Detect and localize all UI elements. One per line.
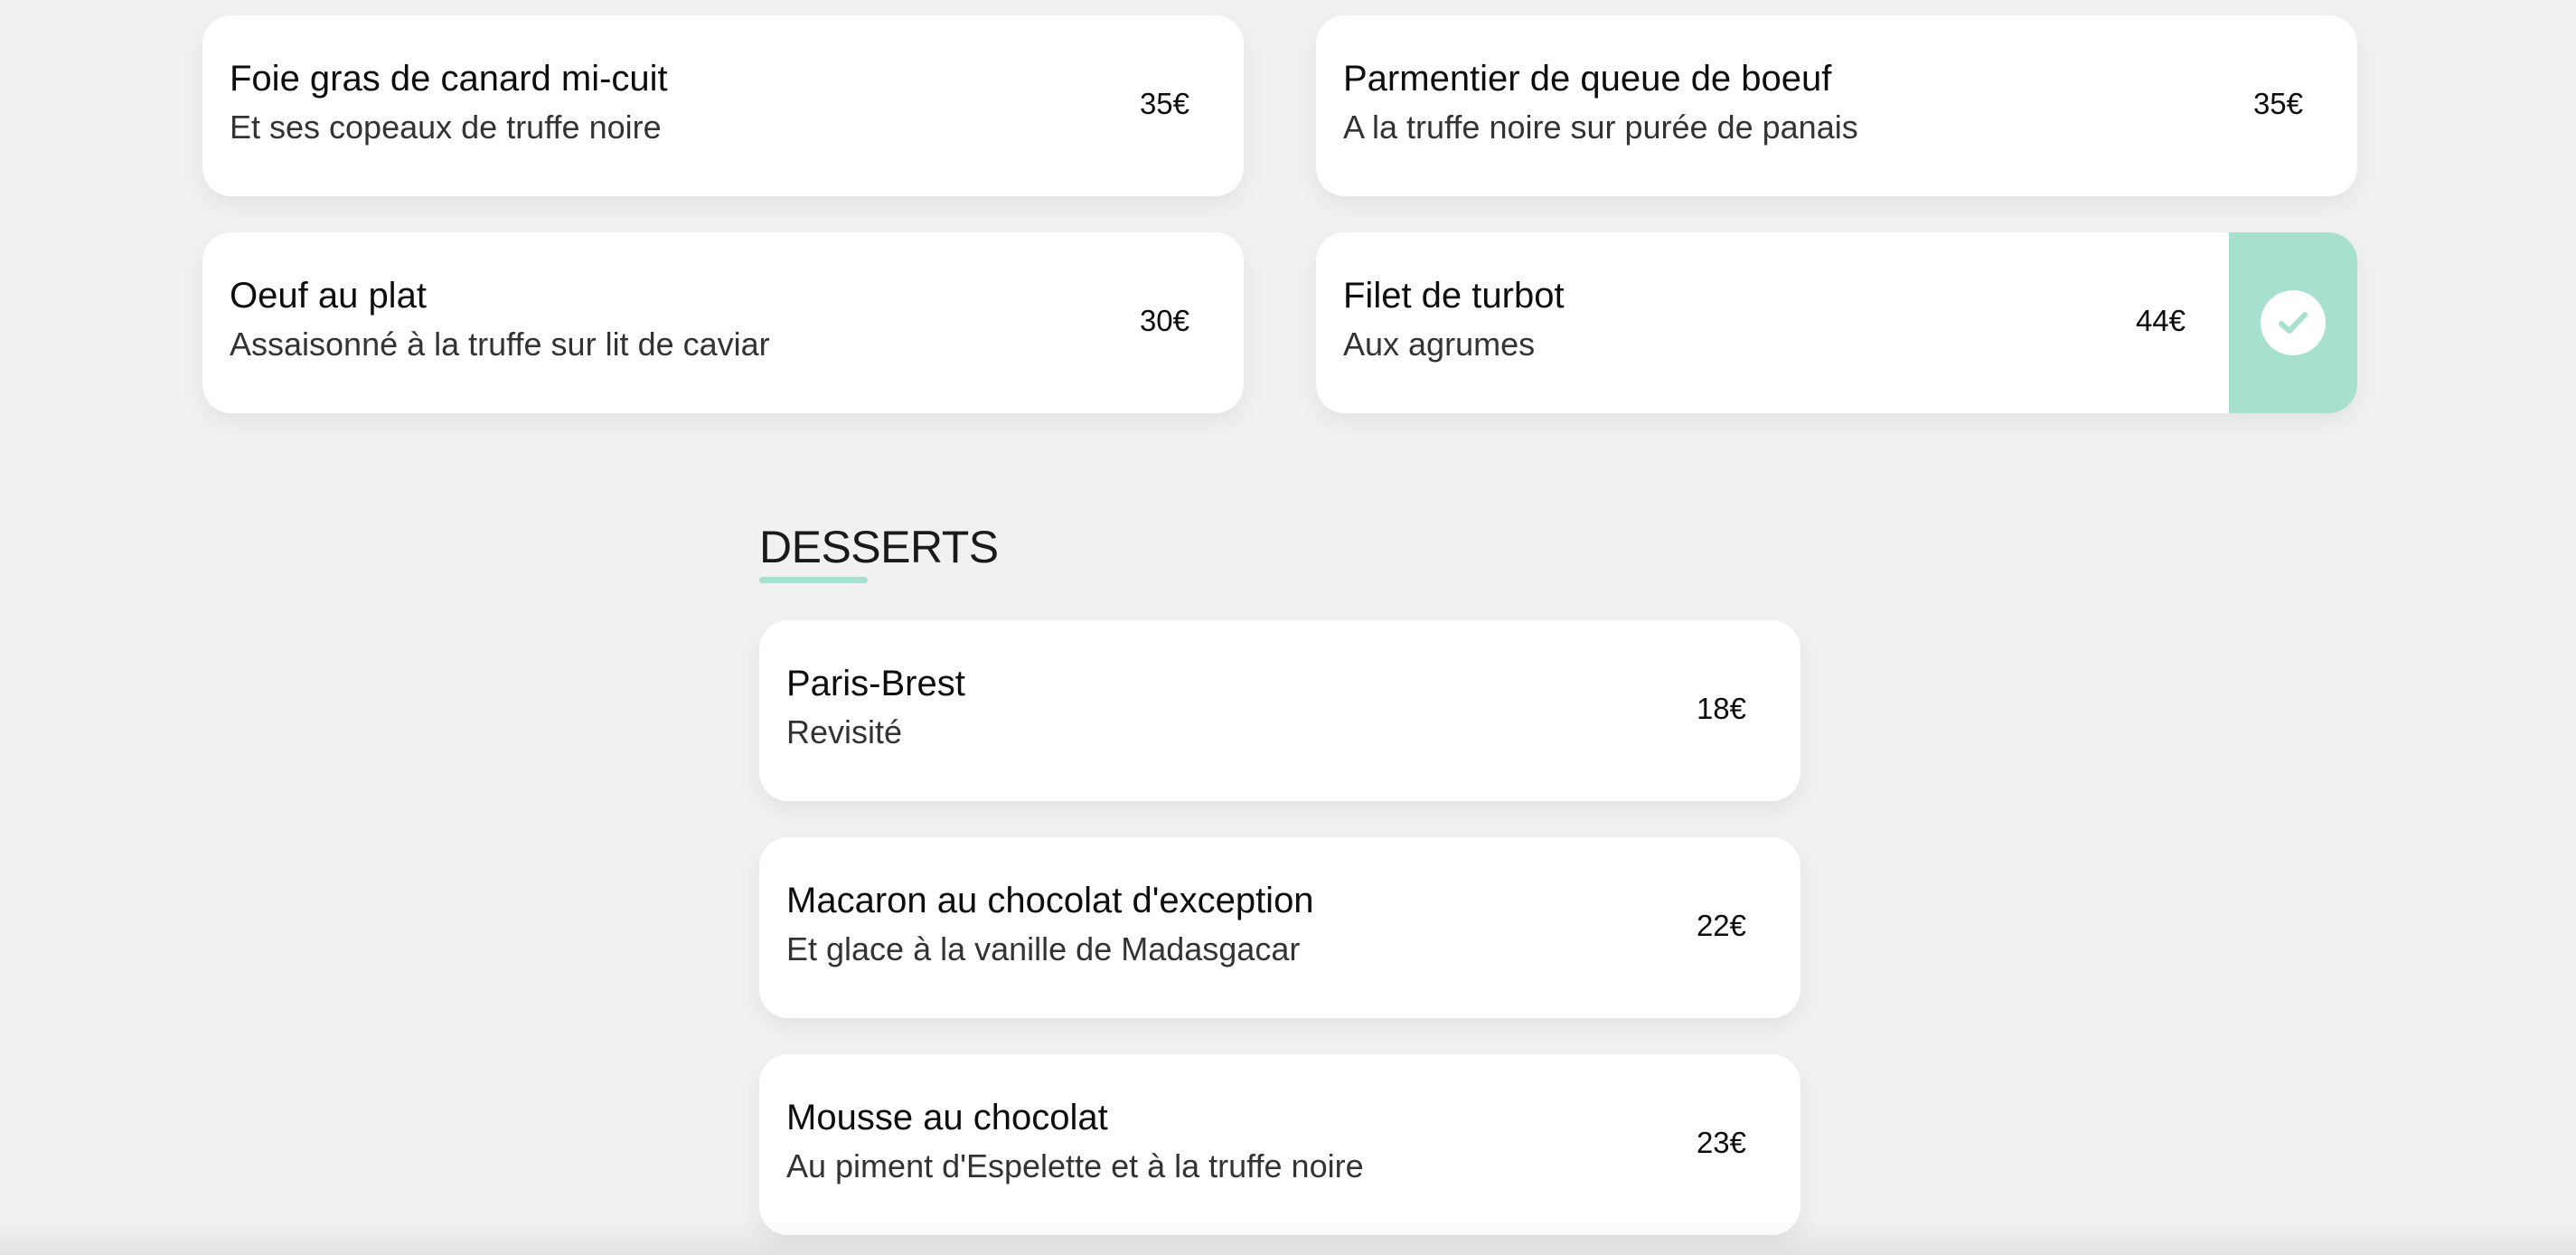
selected-indicator[interactable]: [2229, 232, 2357, 413]
section-title: DESSERTS: [759, 522, 999, 572]
menu-item-card[interactable]: Foie gras de canard mi-cuit Et ses copea…: [202, 15, 1244, 196]
dish-price: 22€: [1696, 909, 1746, 942]
menu-item-card[interactable]: Parmentier de queue de boeuf A la truffe…: [1316, 15, 2357, 196]
dish-price: 35€: [2252, 87, 2303, 120]
dish-description: Revisité: [786, 713, 903, 750]
dish-price: 18€: [1696, 692, 1746, 725]
dish-name: Foie gras de canard mi-cuit: [230, 59, 668, 99]
check-icon: [2261, 290, 2326, 355]
dish-name: Paris-Brest: [786, 664, 965, 703]
dish-description: Assaisonné à la truffe sur lit de caviar: [230, 326, 770, 363]
dish-description: Aux agrumes: [1343, 326, 1536, 363]
dish-description: Au piment d'Espelette et à la truffe noi…: [786, 1147, 1364, 1184]
menu-item-card[interactable]: Paris-Brest Revisité 18€: [759, 620, 1800, 801]
dish-name: Filet de turbot: [1343, 276, 1565, 316]
dish-price: 30€: [1139, 304, 1189, 337]
dish-price: 35€: [1139, 87, 1189, 120]
dish-price: 23€: [1696, 1126, 1746, 1159]
dish-name: Parmentier de queue de boeuf: [1343, 59, 1832, 99]
dish-name: Macaron au chocolat d'exception: [786, 881, 1314, 920]
menu-item-card[interactable]: Mousse au chocolat Au piment d'Espelette…: [759, 1054, 1800, 1235]
dish-description: Et ses copeaux de truffe noire: [230, 109, 662, 146]
dish-description: Et glace à la vanille de Madasgacar: [786, 930, 1301, 967]
menu-item-card[interactable]: Oeuf au plat Assaisonné à la truffe sur …: [202, 232, 1244, 413]
dish-name: Mousse au chocolat: [786, 1098, 1108, 1137]
dish-name: Oeuf au plat: [230, 276, 427, 316]
dish-description: A la truffe noire sur purée de panais: [1343, 109, 1858, 146]
menu-item-card-selected[interactable]: Filet de turbot Aux agrumes 44€: [1316, 232, 2357, 413]
section-underline: [759, 577, 868, 583]
menu-item-card[interactable]: Macaron au chocolat d'exception Et glace…: [759, 837, 1800, 1018]
dish-price: 44€: [2135, 304, 2186, 337]
